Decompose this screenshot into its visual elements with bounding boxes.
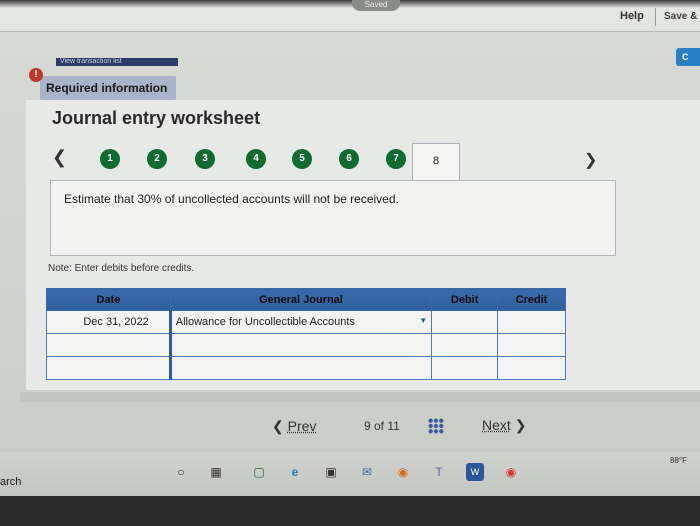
step-7[interactable]: 7: [386, 149, 406, 169]
account-select[interactable]: [168, 356, 433, 380]
debit-input[interactable]: [431, 333, 499, 357]
widgets-icon[interactable]: ▢: [250, 463, 268, 481]
required-information-tab[interactable]: Required information: [40, 76, 176, 100]
table-row: Dec 31, 2022 Allowance for Uncollectible…: [46, 310, 566, 334]
divider: [655, 8, 656, 26]
account-value: Allowance for Uncollectible Accounts: [175, 316, 355, 328]
saved-status: Saved: [352, 0, 400, 11]
taskbar: [0, 452, 700, 496]
chevron-left-icon: ❮: [272, 418, 284, 434]
credit-input[interactable]: [497, 333, 566, 357]
header-general-journal: General Journal: [169, 288, 433, 311]
step-2[interactable]: 2: [147, 149, 167, 169]
step-4[interactable]: 4: [246, 149, 266, 169]
page-indicator: 9 of 11: [364, 419, 400, 433]
step-3[interactable]: 3: [195, 149, 215, 169]
word-icon[interactable]: W: [466, 463, 484, 481]
teams-icon[interactable]: T: [430, 463, 448, 481]
screen-bezel: [0, 496, 700, 526]
header-credit: Credit: [497, 288, 566, 311]
table-row: [46, 356, 566, 380]
debit-input[interactable]: [431, 310, 499, 334]
step-8-active[interactable]: 8: [412, 143, 460, 181]
taskbar-search[interactable]: arch: [0, 476, 21, 488]
date-cell[interactable]: [46, 356, 171, 380]
date-cell[interactable]: [46, 333, 171, 357]
edge-icon[interactable]: e: [286, 463, 304, 481]
header-debit: Debit: [431, 288, 499, 311]
top-bar: Saved Help Save &: [0, 0, 700, 32]
view-transaction-list-label: View transaction list: [60, 58, 122, 65]
help-link[interactable]: Help: [620, 10, 644, 22]
header-date: Date: [46, 288, 171, 311]
account-select[interactable]: Allowance for Uncollectible Accounts ▼: [168, 310, 433, 334]
credit-input[interactable]: [497, 310, 566, 334]
chevron-left-icon[interactable]: ❮: [52, 147, 67, 168]
check-button[interactable]: C: [676, 48, 700, 66]
step-1[interactable]: 1: [100, 149, 120, 169]
prev-label: Prev: [287, 418, 317, 434]
debit-input[interactable]: [431, 356, 499, 380]
page-title: Journal entry worksheet: [52, 108, 261, 128]
table-row: [46, 333, 566, 357]
next-label: Next: [482, 417, 511, 433]
credit-input[interactable]: [497, 356, 566, 380]
weather-temperature: 88°F: [670, 456, 687, 465]
instruction-text: Estimate that 30% of uncollected account…: [64, 192, 399, 206]
task-view-icon[interactable]: ▦: [207, 463, 225, 481]
dropdown-arrow-icon[interactable]: ▼: [419, 316, 427, 325]
mail-icon[interactable]: ✉: [358, 463, 376, 481]
journal-table: Date General Journal Debit Credit Dec 31…: [46, 288, 566, 380]
page-divider: [20, 392, 700, 402]
next-button[interactable]: Next ❯: [482, 417, 526, 434]
step-5[interactable]: 5: [292, 149, 312, 169]
view-transaction-list-button[interactable]: View transaction list: [56, 58, 178, 66]
prev-button[interactable]: ❮ Prev: [272, 418, 316, 435]
chevron-right-icon: ❯: [514, 417, 527, 433]
store-icon[interactable]: ▣: [322, 463, 340, 481]
save-exit-button[interactable]: Save &: [664, 11, 697, 22]
alert-icon: !: [29, 68, 43, 82]
note-text: Note: Enter debits before credits.: [48, 263, 195, 274]
start-circle-icon[interactable]: ○: [172, 463, 190, 481]
date-cell[interactable]: Dec 31, 2022: [46, 310, 171, 334]
grid-icon[interactable]: [428, 418, 444, 434]
account-select[interactable]: [168, 333, 433, 357]
chrome-icon[interactable]: ◉: [502, 463, 520, 481]
firefox-icon[interactable]: ◉: [394, 463, 412, 481]
step-6[interactable]: 6: [339, 149, 359, 169]
chevron-right-icon[interactable]: ❯: [584, 150, 597, 170]
